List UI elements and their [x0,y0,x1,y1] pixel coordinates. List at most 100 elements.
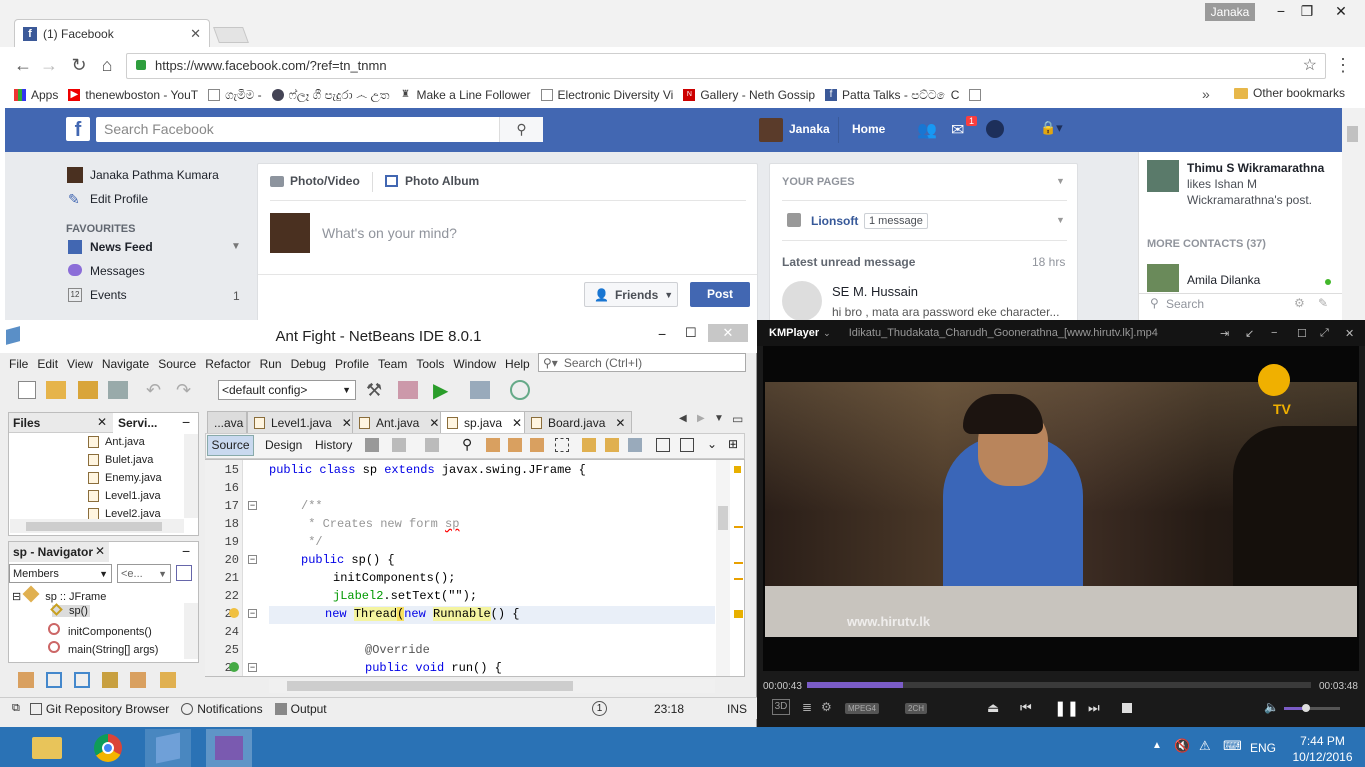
menu-view[interactable]: View [67,357,93,371]
editor-vscrollbar[interactable] [716,460,730,676]
minimize-icon[interactable]: − [1271,327,1277,339]
chrome-menu-icon[interactable]: ⋮ [1330,52,1356,78]
output-tab[interactable]: Output [291,702,327,716]
close-icon[interactable]: ✕ [97,415,107,429]
compose-icon[interactable]: ✎ [1318,296,1328,310]
close-window-icon[interactable]: ✕ [1345,327,1354,340]
menu-tools[interactable]: Tools [416,357,444,371]
tray-volume-icon[interactable]: 🔇 [1174,738,1190,754]
previous-icon[interactable]: ⏮ [1020,700,1032,716]
nav-method-node[interactable]: main(String[] args) [48,641,158,656]
toolbar-icon[interactable] [656,438,670,452]
home-icon[interactable]: ⌂ [94,52,120,78]
gear-icon[interactable]: ⚙ [821,700,832,714]
editor-tab-active[interactable]: sp.java ✕ [440,411,530,433]
files-tab[interactable]: Files ✕ [9,413,113,433]
clock[interactable]: 7:44 PM 10/12/2016 [1285,733,1360,765]
bookmark-item[interactable]: N Gallery - Neth Gossip [683,88,815,102]
kmplayer-taskbar-icon[interactable] [206,729,252,767]
chevron-down-icon[interactable]: ⌄ [707,437,717,451]
fullscreen-icon[interactable]: ⤢ [1320,327,1329,340]
playlist-icon[interactable]: ≣ [802,700,812,714]
bookmark-item[interactable]: Electronic Diversity Vi [540,88,673,102]
bookmark-item[interactable]: ▶ thenewboston - YouT [68,88,198,102]
eject-icon[interactable]: ⏏ [987,700,999,716]
members-select[interactable]: Members ▼ [9,564,112,583]
news-feed-link[interactable]: News Feed [90,240,153,254]
filter-icon[interactable] [130,672,146,688]
bookmark-star-icon[interactable]: ☆ [1303,54,1317,78]
close-icon[interactable]: ✕ [342,416,352,430]
source-tab[interactable]: Source [207,435,254,456]
git-repository-browser-tab[interactable]: Git Repository Browser [46,702,169,716]
search-icon[interactable]: ⚲ [499,117,543,142]
messages-icon[interactable]: ✉ [951,120,964,140]
settings-icon[interactable]: 🔒▾ [1040,120,1063,136]
seek-bar[interactable] [807,682,1311,688]
editor-tab[interactable]: Board.java ✕ [524,411,633,433]
close-icon[interactable]: ✕ [615,416,625,430]
new-file-icon[interactable] [18,381,36,399]
redo-icon[interactable]: ↷ [176,380,191,401]
volume-icon[interactable]: 🔈 [1264,700,1279,714]
maximize-icon[interactable]: ☐ [1297,327,1307,340]
warning-marker[interactable] [734,466,741,473]
file-item[interactable]: Bulet.java [88,454,153,467]
minimize-panel-icon[interactable]: − [182,414,190,430]
chrome-taskbar-icon[interactable] [86,729,132,767]
editor-hscrollbar[interactable] [269,679,715,693]
profile-icon[interactable] [510,380,530,400]
minimize-icon[interactable]: − [658,326,666,342]
toolbar-icon[interactable] [508,438,522,452]
events-link[interactable]: Events [90,288,127,302]
close-window-icon[interactable]: ✕ [1326,0,1356,22]
profile-link[interactable]: Janaka [789,122,830,136]
back-icon[interactable]: ← [10,52,36,78]
new-project-icon[interactable] [46,381,66,399]
contact-name[interactable]: Amila Dilanka [1187,273,1260,287]
profile-name[interactable]: Janaka Pathma Kumara [90,168,219,182]
chevron-down-icon[interactable]: ▼ [231,241,241,252]
address-bar[interactable]: https://www.facebook.com/?ref=tn_tnmn ☆ [126,53,1326,79]
message-preview[interactable]: hi bro , mata ara password eke character… [832,305,1059,319]
next-icon[interactable]: ⏭ [1088,700,1100,716]
friend-requests-icon[interactable]: 👥 [917,120,937,140]
audience-selector[interactable]: 👤 Friends ▼ [584,282,678,307]
find-icon[interactable]: ⚲ [462,436,472,453]
ticker-story[interactable]: Thimu S Wikramarathna likes Ishan M Wick… [1187,160,1332,208]
maximize-icon[interactable]: ☐ [685,325,697,341]
scrollbar-thumb[interactable] [718,506,728,530]
editor-tab[interactable]: Level1.java ✕ [247,411,359,433]
notification-count-badge[interactable]: 1 [592,701,607,716]
menu-run[interactable]: Run [260,357,282,371]
bookmark-item[interactable] [969,89,986,101]
profile-badge[interactable]: Janaka [1205,3,1255,21]
files-vscrollbar[interactable] [184,434,198,518]
pause-icon[interactable]: ❚❚ [1054,699,1079,717]
forward-icon[interactable]: → [36,52,62,78]
bookmark-apps[interactable]: Apps [14,88,58,102]
filter-icon[interactable] [160,672,176,688]
filter-icon[interactable] [102,672,118,688]
messages-link[interactable]: Messages [90,264,145,278]
volume-slider[interactable] [1284,704,1340,712]
toolbar-icon[interactable] [555,438,569,452]
warning-marker[interactable] [734,578,743,580]
menu-debug[interactable]: Debug [291,357,326,371]
chevron-down-icon[interactable]: ⌄ [823,328,831,339]
nav-method-node[interactable]: initComponents() [48,623,152,638]
sender-name[interactable]: SE M. Hussain [832,284,918,299]
facebook-logo-icon[interactable]: f [66,117,90,141]
netbeans-taskbar-icon[interactable] [145,729,191,767]
warning-marker[interactable] [734,526,743,528]
toolbar-icon[interactable] [392,438,406,452]
nav-options-icon[interactable] [176,565,192,581]
notifications-tab[interactable]: Notifications [197,702,262,716]
gear-icon[interactable]: ⚙ [1294,296,1305,310]
new-tab-button[interactable] [213,27,249,43]
post-button[interactable]: Post [690,282,750,307]
filter-icon[interactable] [46,672,62,688]
warning-marker[interactable] [734,610,743,618]
language-indicator[interactable]: ENG [1250,741,1276,755]
close-tab-icon[interactable]: ✕ [190,26,201,42]
